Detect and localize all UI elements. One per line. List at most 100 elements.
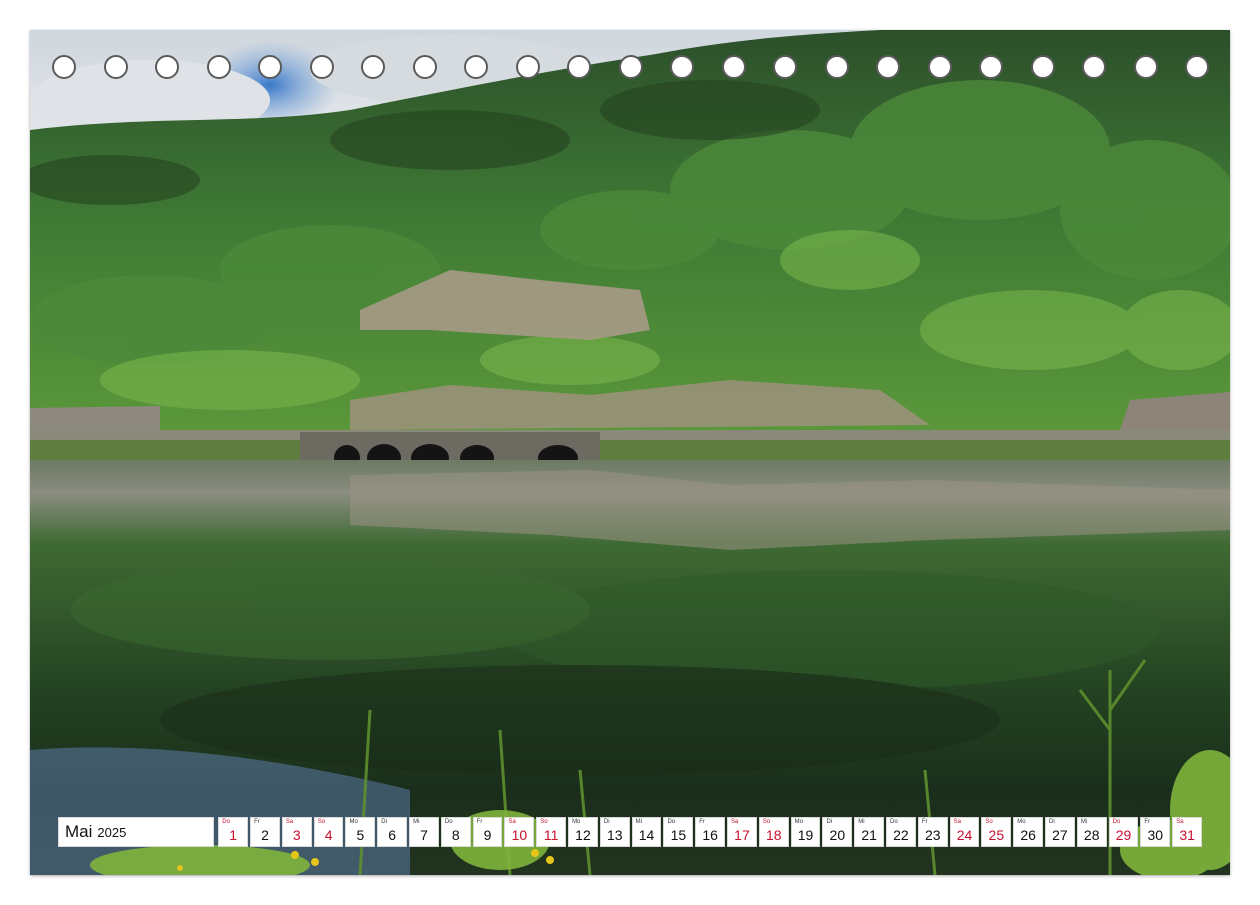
weekday-label: Fr xyxy=(1144,819,1151,825)
binding-hole xyxy=(361,55,385,79)
day-number: 7 xyxy=(420,827,428,843)
weekday-label: Mo xyxy=(349,819,358,825)
weekday-label: Fr xyxy=(921,819,928,825)
binding-hole xyxy=(1185,55,1209,79)
day-number: 13 xyxy=(606,827,623,843)
day-cell: Mi 21 xyxy=(854,817,885,847)
binding-hole xyxy=(412,55,437,79)
binding-hole xyxy=(721,55,746,79)
day-cell: Do 22 xyxy=(886,817,916,847)
weekday-label: Fr xyxy=(699,819,705,825)
day-number: 29 xyxy=(1115,827,1132,843)
weekday-label: Do xyxy=(1112,819,1121,825)
day-cell: Fr 23 xyxy=(917,817,948,847)
landscape-photo xyxy=(30,30,1230,875)
weekday-label: Mo xyxy=(1017,819,1026,825)
day-cell: Sa 17 xyxy=(727,817,757,847)
binding-hole xyxy=(1030,55,1055,79)
day-number: 21 xyxy=(861,827,877,843)
day-cell: Fr 9 xyxy=(472,817,503,847)
day-cell: Sa 24 xyxy=(949,817,980,847)
binding-hole xyxy=(927,55,952,79)
binding-hole xyxy=(464,55,488,79)
day-number: 8 xyxy=(451,827,460,843)
day-number: 30 xyxy=(1147,827,1164,843)
day-cell: Mi 14 xyxy=(631,817,662,847)
binding-hole xyxy=(567,55,591,79)
weekday-label: Sa xyxy=(1176,819,1184,825)
day-cell: Fr 16 xyxy=(695,817,726,847)
weekday-label: Mo xyxy=(794,819,803,825)
day-cell: Mo 19 xyxy=(790,817,821,847)
day-cell: Sa 10 xyxy=(504,817,535,847)
day-number: 31 xyxy=(1179,827,1195,843)
weekday-label: Mo xyxy=(572,819,581,825)
day-number: 25 xyxy=(988,827,1005,843)
weekday-label: Do xyxy=(444,819,453,825)
weekday-label: Di xyxy=(603,819,610,825)
day-number: 19 xyxy=(797,827,814,843)
day-number: 5 xyxy=(356,827,365,843)
day-number: 14 xyxy=(638,827,655,843)
day-cell: So 11 xyxy=(536,817,567,847)
weekday-label: Di xyxy=(1049,819,1055,825)
weekday-label: Mi xyxy=(413,819,420,825)
day-number: 20 xyxy=(829,827,846,843)
day-cell: Mi 28 xyxy=(1076,817,1107,847)
weekday-label: Sa xyxy=(731,819,739,825)
day-cell: Do 29 xyxy=(1108,817,1139,847)
day-cell: Mi 7 xyxy=(409,817,439,847)
day-cell: So 18 xyxy=(758,817,789,847)
weekday-label: Mi xyxy=(635,819,642,825)
binding-hole xyxy=(103,55,128,79)
weekday-label: So xyxy=(540,819,548,825)
day-number: 26 xyxy=(1020,827,1036,843)
binding-hole xyxy=(773,55,797,79)
binding-hole xyxy=(876,55,900,79)
day-number: 10 xyxy=(511,827,528,843)
day-number: 17 xyxy=(734,827,750,843)
weekday-label: So xyxy=(762,819,771,825)
weekday-label: Di xyxy=(826,819,833,825)
day-number: 2 xyxy=(261,827,269,843)
weekday-label: Sa xyxy=(508,819,516,825)
calendar-page: Mai 2025 Do 1 Fr 2 Sa 3 So 4 Mo 5 Di 6 Mi 7 Do 8 Fr 9 Sa 10… xyxy=(0,0,1260,905)
day-cell: Di 20 xyxy=(822,817,853,847)
day-number: 6 xyxy=(388,827,397,843)
day-number: 24 xyxy=(956,827,973,843)
month-year: 2025 xyxy=(97,824,127,840)
day-cell: Mo 12 xyxy=(568,817,598,847)
day-number: 9 xyxy=(483,827,492,843)
calendar-strip: Mai 2025 Do 1 Fr 2 Sa 3 So 4 Mo 5 Di 6 Mi 7 Do 8 Fr 9 Sa 10… xyxy=(58,817,1202,847)
day-cells: Do 1 Fr 2 Sa 3 So 4 Mo 5 Di 6 Mi 7 Do 8 Fr 9 Sa 10 So 11 Mo 12 D… xyxy=(218,817,1202,847)
binding-hole xyxy=(515,55,540,79)
day-number: 4 xyxy=(324,827,333,843)
day-cell: Di 6 xyxy=(377,817,408,847)
weekday-label: Do xyxy=(667,819,676,825)
day-cell: So 25 xyxy=(981,817,1012,847)
binding-hole xyxy=(52,55,76,79)
weekday-label: Do xyxy=(890,819,898,825)
month-name: Mai xyxy=(65,822,93,841)
weekday-label: Fr xyxy=(254,819,260,825)
binding-hole xyxy=(309,55,334,79)
day-cell: Do 8 xyxy=(440,817,471,847)
weekday-label: Di xyxy=(381,819,387,825)
day-cell: Mo 5 xyxy=(345,817,376,847)
day-cell: Di 13 xyxy=(599,817,630,847)
binding-hole xyxy=(1082,55,1106,79)
binding-hole xyxy=(206,55,231,79)
day-cell: Fr 30 xyxy=(1140,817,1171,847)
day-number: 28 xyxy=(1083,827,1100,843)
day-number: 23 xyxy=(924,827,941,843)
day-number: 27 xyxy=(1052,827,1068,843)
day-number: 11 xyxy=(543,827,559,843)
day-cell: Di 27 xyxy=(1045,817,1075,847)
binding-hole xyxy=(670,55,694,79)
day-cell: Sa 31 xyxy=(1172,817,1202,847)
day-number: 16 xyxy=(702,827,718,843)
day-number: 3 xyxy=(292,827,301,843)
day-cell: Do 15 xyxy=(663,817,694,847)
binding-hole xyxy=(979,55,1003,79)
day-number: 12 xyxy=(575,827,591,843)
